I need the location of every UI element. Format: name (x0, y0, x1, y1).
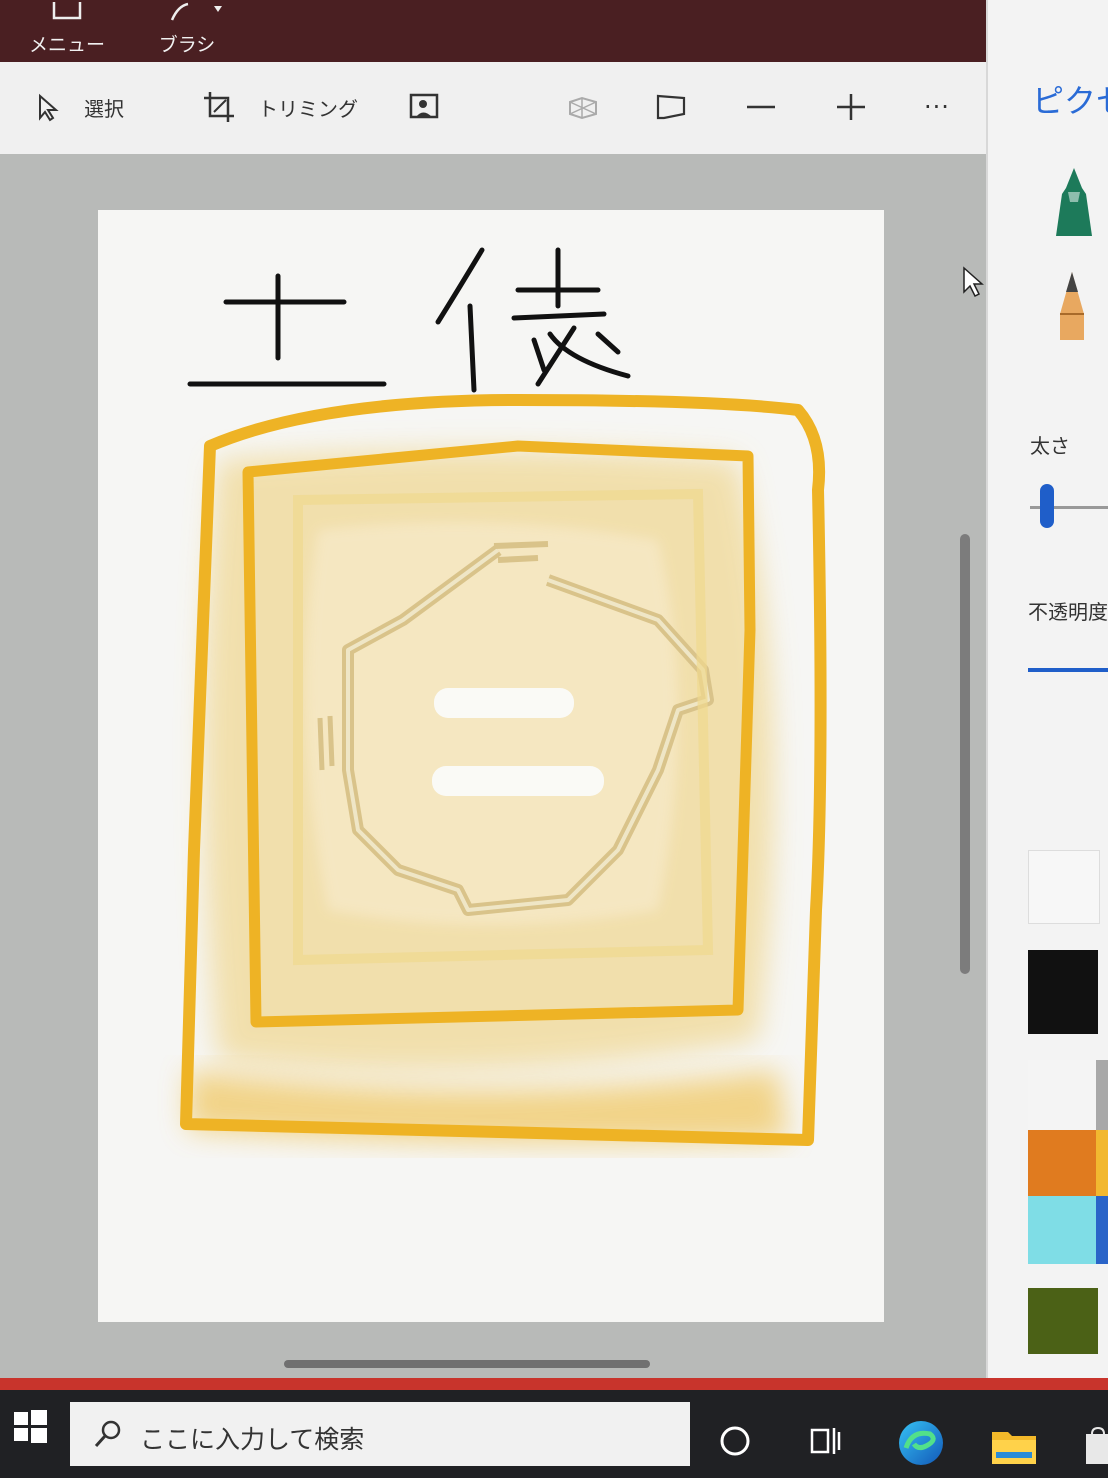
horizontal-scrollbar[interactable] (284, 1360, 650, 1368)
flag-button[interactable] (654, 82, 710, 132)
minus-icon (747, 105, 775, 109)
mouse-cursor-icon (963, 266, 984, 298)
color-swatch-cyan[interactable] (1028, 1196, 1098, 1264)
cortana-icon[interactable] (718, 1424, 752, 1458)
color-swatch-yellow[interactable] (1096, 1130, 1108, 1196)
thickness-slider-thumb[interactable] (1040, 484, 1054, 528)
brush-icon (142, 2, 232, 22)
color-swatch-olive[interactable] (1028, 1288, 1098, 1354)
crop-label: トリミング (258, 96, 358, 121)
store-icon[interactable] (1082, 1426, 1108, 1466)
magic-select-icon (409, 93, 439, 119)
canvas-drawing (180, 247, 827, 1146)
menu-icon (22, 0, 112, 22)
brush-side-panel: ピクセ 太さ 不透明度 (986, 0, 1108, 1390)
file-explorer-icon[interactable] (990, 1426, 1038, 1466)
drawing-canvas[interactable]: 土俵 (98, 210, 884, 1322)
color-swatch-white[interactable] (1028, 1060, 1098, 1130)
task-view-icon[interactable] (806, 1424, 842, 1458)
custom-color-swatch[interactable] (1028, 850, 1100, 924)
canvas-workspace[interactable]: 土俵 (0, 154, 986, 1390)
menu-button[interactable]: メニュー (22, 0, 112, 62)
windows-start-icon[interactable] (10, 1406, 50, 1446)
taskbar-search-box[interactable]: ここに入力して検索 (70, 1402, 690, 1466)
color-swatch-blue[interactable] (1096, 1196, 1108, 1264)
opacity-label: 不透明度 (1028, 600, 1108, 624)
select-label: 選択 (84, 96, 124, 121)
select-tool-button[interactable]: 選択 (34, 82, 124, 132)
marker-pen-icon[interactable] (1052, 166, 1096, 240)
3d-view-icon (569, 96, 597, 120)
magic-select-button[interactable] (408, 82, 464, 132)
panel-title: ピクセ (1032, 82, 1108, 120)
vertical-scrollbar[interactable] (960, 534, 970, 974)
brush-label: ブラシ (158, 34, 216, 56)
zoom-out-button[interactable] (744, 82, 800, 132)
crop-icon (204, 92, 234, 122)
color-swatch-black[interactable] (1028, 950, 1098, 1034)
search-icon (94, 1420, 121, 1448)
thickness-label: 太さ (1030, 434, 1070, 458)
edge-browser-icon[interactable] (896, 1418, 946, 1468)
app-header: メニュー ブラシ (0, 0, 1108, 62)
windows-taskbar: ここに入力して検索 (0, 1390, 1108, 1478)
more-icon: ··· (924, 93, 950, 121)
select-arrow-icon (39, 93, 59, 122)
menu-label: メニュー (28, 34, 105, 56)
opacity-slider[interactable] (1028, 668, 1108, 672)
3d-view-button[interactable] (566, 82, 622, 132)
plus-icon (837, 94, 865, 120)
flag-icon (656, 94, 686, 120)
search-placeholder: ここに入力して検索 (140, 1425, 365, 1454)
pencil-icon[interactable] (1054, 270, 1090, 344)
crop-tool-button[interactable]: トリミング (202, 82, 358, 132)
more-button[interactable]: ··· (924, 82, 950, 132)
color-swatch-grey[interactable] (1096, 1060, 1108, 1130)
brush-button[interactable]: ブラシ (142, 0, 232, 62)
toolbar: 選択 トリミング ··· (0, 62, 986, 154)
color-swatch-orange[interactable] (1028, 1130, 1098, 1196)
zoom-in-button[interactable] (834, 82, 890, 132)
